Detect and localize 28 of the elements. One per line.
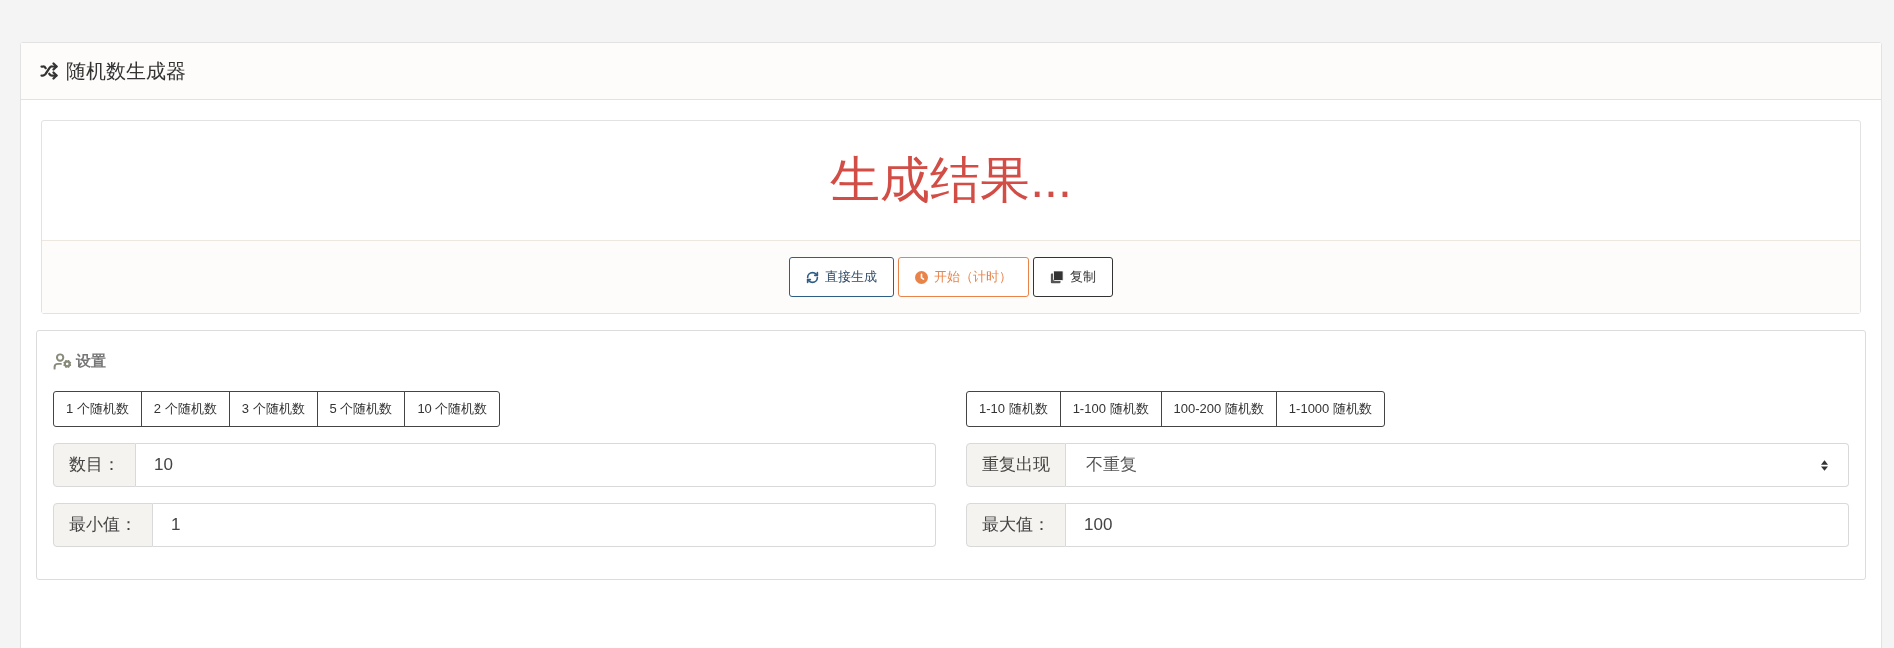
user-settings-icon — [53, 351, 72, 371]
copy-icon — [1050, 270, 1064, 284]
input-field[interactable]: 10 — [136, 443, 936, 487]
preset-button[interactable]: 5 个随机数 — [316, 391, 406, 427]
preset-button[interactable]: 1-100 随机数 — [1059, 391, 1162, 427]
sort-icon — [1821, 459, 1828, 471]
settings-title: 设置 — [76, 350, 106, 371]
preset-button[interactable]: 10 个随机数 — [404, 391, 501, 427]
select-field[interactable]: 不重复 — [1066, 443, 1849, 487]
panel-title: 随机数生成器 — [66, 59, 186, 84]
result-text: 生成结果... — [830, 151, 1072, 210]
input-field[interactable]: 1 — [153, 503, 936, 547]
clock-icon — [915, 270, 928, 284]
field-label: 最小值： — [53, 503, 153, 547]
field-label: 重复出现 — [966, 443, 1066, 487]
action-button[interactable]: 复制 — [1033, 257, 1113, 297]
preset-button[interactable]: 2 个随机数 — [140, 391, 230, 427]
preset-button[interactable]: 3 个随机数 — [228, 391, 318, 427]
field-label: 数目： — [53, 443, 136, 487]
refresh-icon — [806, 270, 819, 284]
action-button[interactable]: 直接生成 — [789, 257, 894, 297]
shuffle-icon — [40, 62, 58, 80]
preset-button[interactable]: 1 个随机数 — [53, 391, 142, 427]
preset-button[interactable]: 1-10 随机数 — [966, 391, 1061, 427]
input-field[interactable]: 100 — [1066, 503, 1849, 547]
preset-button[interactable]: 1-1000 随机数 — [1275, 391, 1385, 427]
field-label: 最大值： — [966, 503, 1066, 547]
preset-button[interactable]: 100-200 随机数 — [1160, 391, 1277, 427]
